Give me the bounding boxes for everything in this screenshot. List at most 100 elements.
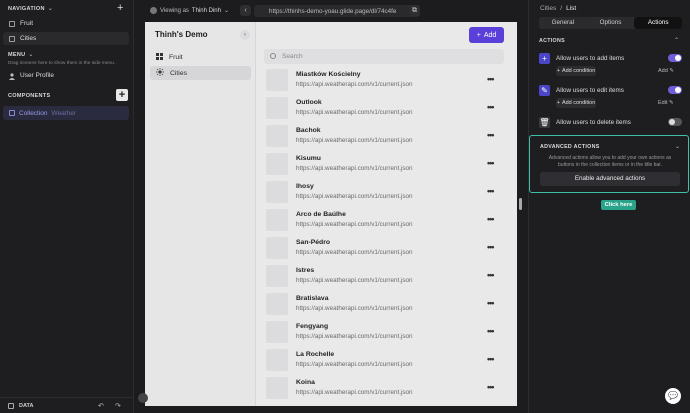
tab-options[interactable]: Options <box>587 17 635 29</box>
delete-items-label: Allow users to delete items <box>556 118 631 126</box>
more-icon[interactable]: ••• <box>487 382 495 392</box>
breadcrumb: Cities / List <box>540 5 576 12</box>
account-avatar[interactable] <box>138 393 148 403</box>
nav-item-label: User Profile <box>20 72 54 79</box>
add-condition-button[interactable]: + Add condition <box>556 98 596 108</box>
item-subtitle: https://api.weatherapi.com/v1/current.js… <box>296 221 413 228</box>
list-item[interactable]: Ihosy https://api.weatherapi.com/v1/curre… <box>264 180 504 206</box>
left-sidebar: NAVIGATION ⌄ + Fruit Cities MENU ⌄ Drag … <box>0 0 134 413</box>
list-item[interactable]: Arco de Baúlhe https://api.weatherapi.com… <box>264 208 504 234</box>
item-title: Bratislava <box>296 295 329 302</box>
list-item[interactable]: Miastków Kościelny https://api.weatherapi… <box>264 68 504 94</box>
collapse-sidebar-button[interactable]: ‹ <box>240 30 250 40</box>
item-title: Fengyang <box>296 323 329 330</box>
more-icon[interactable]: ••• <box>487 270 495 280</box>
pencil-icon: ✎ <box>539 84 550 96</box>
item-thumbnail <box>266 125 288 147</box>
component-source: Weather <box>51 109 76 117</box>
edit-items-label: Allow users to edit items <box>556 86 624 94</box>
plus-icon: + <box>556 68 560 74</box>
item-subtitle: https://api.weatherapi.com/v1/current.js… <box>296 361 413 368</box>
undo-icon[interactable]: ↶ <box>98 402 104 410</box>
search-input[interactable]: Search <box>264 49 504 64</box>
app-preview: Thinh's Demo ‹ Fruit Cities + Add Search… <box>145 22 517 406</box>
add-component-button[interactable]: + <box>116 89 128 101</box>
nav-item-user-profile[interactable]: User Profile <box>3 69 129 82</box>
more-icon[interactable]: ••• <box>487 186 495 196</box>
redo-icon[interactable]: ↷ <box>115 402 121 410</box>
list-item[interactable]: Bachok https://api.weatherapi.com/v1/curr… <box>264 124 504 150</box>
edit-action-selector[interactable]: Edit ✎ <box>658 100 674 106</box>
chevron-down-icon[interactable]: ⌄ <box>675 143 680 150</box>
more-icon[interactable]: ••• <box>487 74 495 84</box>
search-placeholder: Search <box>282 53 303 60</box>
menu-header[interactable]: MENU ⌄ <box>8 51 34 59</box>
viewing-as-selector[interactable]: Viewing as Thinh Dinh ⌄ <box>150 7 229 14</box>
item-subtitle: https://api.weatherapi.com/v1/current.js… <box>296 193 413 200</box>
item-thumbnail <box>266 237 288 259</box>
item-subtitle: https://api.weatherapi.com/v1/current.js… <box>296 81 413 88</box>
more-icon[interactable]: ••• <box>487 130 495 140</box>
navigation-header[interactable]: NAVIGATION ⌄ <box>8 5 53 13</box>
breadcrumb-screen[interactable]: Cities <box>540 5 556 12</box>
more-icon[interactable]: ••• <box>487 214 495 224</box>
back-button[interactable]: ‹ <box>240 5 251 16</box>
item-title: Koina <box>296 379 315 386</box>
add-items-toggle[interactable] <box>668 54 682 62</box>
add-screen-button[interactable]: + <box>117 3 123 14</box>
edit-items-toggle[interactable] <box>668 86 682 94</box>
actions-title: ACTIONS <box>539 38 565 44</box>
scrollbar[interactable] <box>519 198 522 210</box>
add-item-button[interactable]: + Add <box>469 27 504 43</box>
nav-item-cities[interactable]: Cities <box>3 32 129 45</box>
trash-icon: 🗑 <box>539 116 550 128</box>
enable-advanced-actions-button[interactable]: Enable advanced actions <box>540 172 680 186</box>
copy-link-button[interactable]: ⧉ <box>409 5 420 16</box>
navigation-title: NAVIGATION <box>8 5 45 12</box>
tab-general[interactable]: General <box>539 17 587 29</box>
more-icon[interactable]: ••• <box>487 158 495 168</box>
chevron-up-icon[interactable]: ⌃ <box>674 37 679 44</box>
item-thumbnail <box>266 349 288 371</box>
list-item[interactable]: Kisumu https://api.weatherapi.com/v1/curr… <box>264 152 504 178</box>
delete-items-row: 🗑 Allow users to delete items <box>539 116 682 128</box>
list-item[interactable]: Bratislava https://api.weatherapi.com/v1/… <box>264 292 504 318</box>
item-thumbnail <box>266 293 288 315</box>
preview-topbar: Viewing as Thinh Dinh ⌄ ‹ https://thinhs… <box>134 0 528 22</box>
item-thumbnail <box>266 377 288 399</box>
add-action-selector[interactable]: Add ✎ <box>658 68 674 74</box>
list-item[interactable]: Outlook https://api.weatherapi.com/v1/cur… <box>264 96 504 122</box>
more-icon[interactable]: ••• <box>487 326 495 336</box>
edit-items-row: ✎ Allow users to edit items <box>539 84 682 96</box>
app-nav-fruit[interactable]: Fruit <box>150 50 251 64</box>
more-icon[interactable]: ••• <box>487 298 495 308</box>
list-item[interactable]: La Rochelle https://api.weatherapi.com/v1… <box>264 348 504 374</box>
app-nav-cities[interactable]: Cities <box>150 66 251 80</box>
nav-item-fruit[interactable]: Fruit <box>3 17 129 30</box>
list-item[interactable]: Fengyang https://api.weatherapi.com/v1/cu… <box>264 320 504 346</box>
panel-tabs: General Options Actions <box>539 17 683 29</box>
url-bar[interactable]: https://thinhs-demo-yoau.glide.page/dl/7… <box>254 5 420 17</box>
app-title: Thinh's Demo <box>155 30 208 39</box>
more-icon[interactable]: ••• <box>487 242 495 252</box>
list-item[interactable]: San-Pédro https://api.weatherapi.com/v1/c… <box>264 236 504 262</box>
add-side-label: Add <box>658 68 668 74</box>
more-icon[interactable]: ••• <box>487 102 495 112</box>
chevron-down-icon: ⌄ <box>223 8 229 14</box>
nav-item-label: Fruit <box>20 20 33 27</box>
list-item[interactable]: Istres https://api.weatherapi.com/v1/curr… <box>264 264 504 290</box>
list-item[interactable]: Koina https://api.weatherapi.com/v1/curre… <box>264 376 504 402</box>
components-title: COMPONENTS <box>8 93 51 99</box>
chat-icon[interactable]: 💬 <box>665 388 681 404</box>
add-condition-button[interactable]: + Add condition <box>556 66 596 76</box>
delete-items-toggle[interactable] <box>668 118 682 126</box>
item-title: La Rochelle <box>296 351 335 358</box>
advanced-actions-description: Advanced actions allow you to add your o… <box>548 155 672 168</box>
screen-icon <box>9 20 15 27</box>
edit-icon: ✎ <box>669 68 674 74</box>
data-label: DATA <box>19 402 34 409</box>
more-icon[interactable]: ••• <box>487 354 495 364</box>
tab-actions[interactable]: Actions <box>634 17 683 29</box>
data-bar[interactable]: DATA ↶ ↷ <box>0 397 134 413</box>
component-collection[interactable]: Collection Weather <box>3 106 129 120</box>
